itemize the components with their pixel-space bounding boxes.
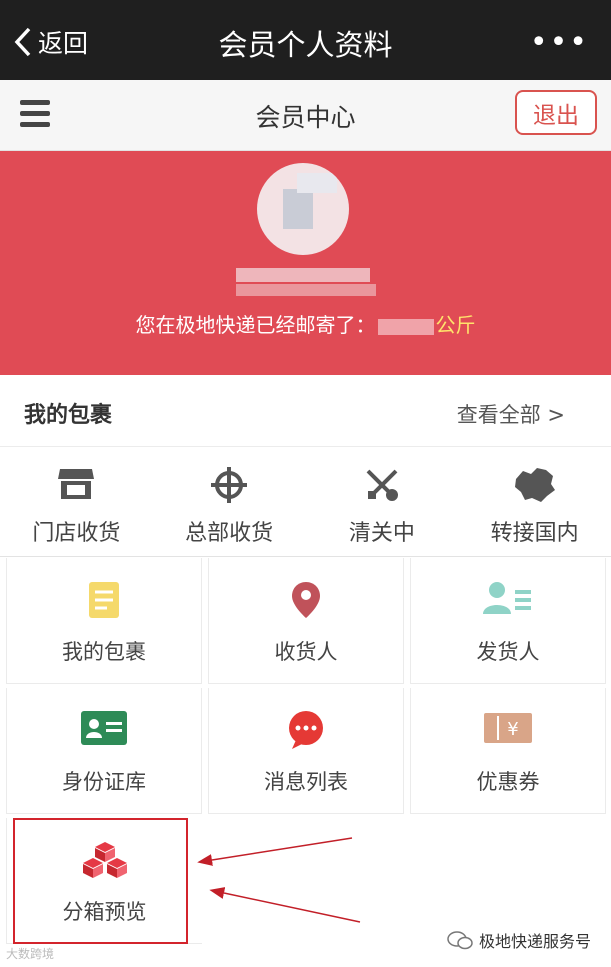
watermark-left: 大数跨境 (6, 947, 55, 961)
watermark-right-label: 极地快递服务号 (478, 932, 591, 951)
watermark-right: 极地快递服务号 (447, 928, 591, 952)
wechat-icon (447, 931, 473, 950)
annotation-arrows (197, 837, 361, 923)
